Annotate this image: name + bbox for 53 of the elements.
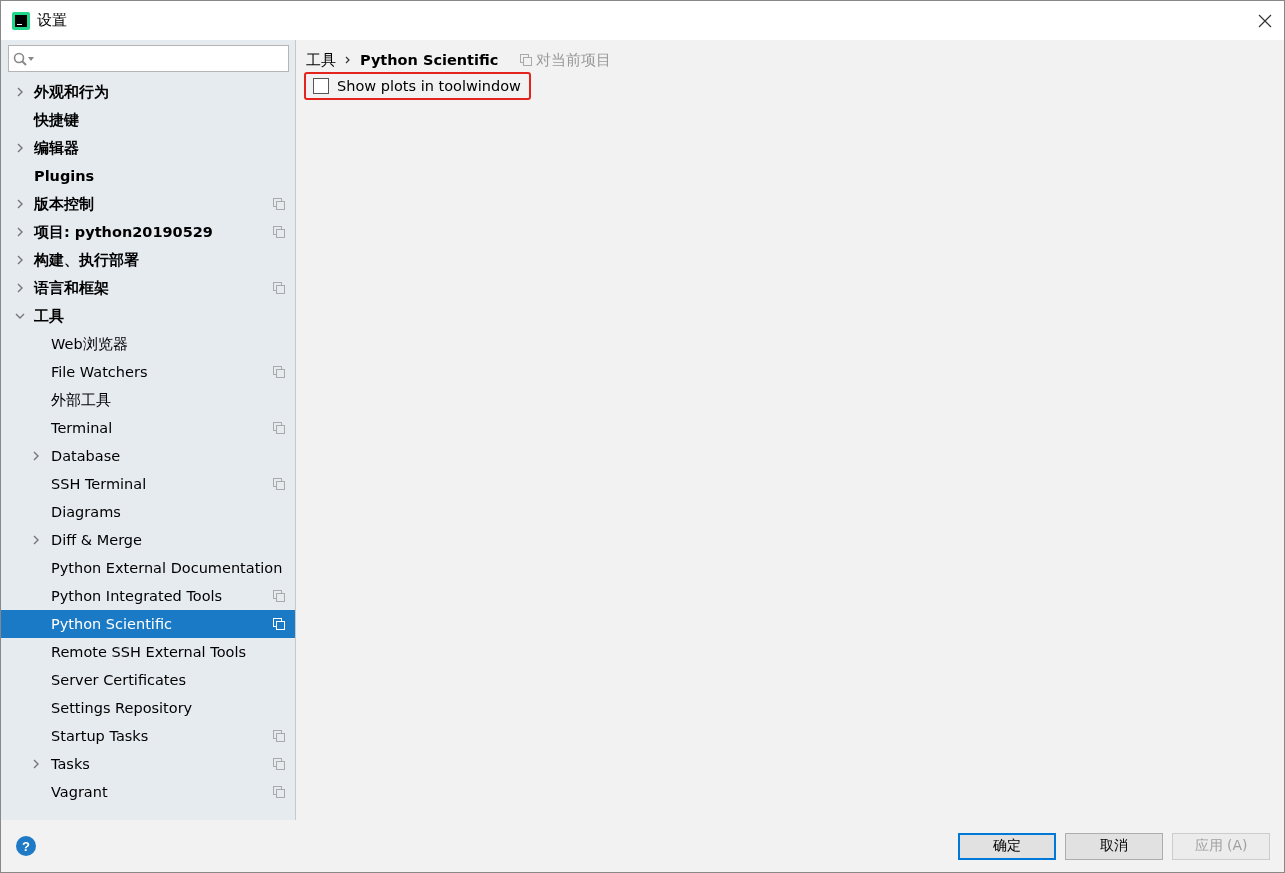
tree-item[interactable]: Python Scientific	[1, 610, 295, 638]
tree-item[interactable]: 构建、执行部署	[1, 246, 295, 274]
tree-item[interactable]: 编辑器	[1, 134, 295, 162]
chevron-down-icon[interactable]	[14, 311, 25, 321]
project-scope-icon	[273, 198, 285, 210]
tree-item[interactable]: 外观和行为	[1, 78, 295, 106]
tree-item[interactable]: SSH Terminal	[1, 470, 295, 498]
tree-item[interactable]: Diagrams	[1, 498, 295, 526]
window-title: 设置	[37, 11, 68, 30]
project-scope-icon	[273, 282, 285, 294]
project-scope-icon	[273, 618, 285, 630]
project-scope-icon	[273, 366, 285, 378]
tree-item[interactable]: Web浏览器	[1, 330, 295, 358]
project-scope-icon	[273, 730, 285, 742]
tree-item[interactable]: File Watchers	[1, 358, 295, 386]
search-field[interactable]	[8, 45, 289, 72]
help-icon[interactable]: ?	[16, 836, 36, 856]
project-scope-icon	[273, 226, 285, 238]
close-icon[interactable]	[1258, 13, 1272, 28]
tree-item[interactable]: Vagrant	[1, 778, 295, 806]
tree-item[interactable]: Startup Tasks	[1, 722, 295, 750]
tree-item[interactable]: 版本控制	[1, 190, 295, 218]
breadcrumb-parent[interactable]: 工具	[306, 50, 336, 70]
tree-item[interactable]: Diff & Merge	[1, 526, 295, 554]
project-scope-icon	[273, 422, 285, 434]
project-scope-icon	[273, 786, 285, 798]
chevron-right-icon	[344, 55, 352, 65]
search-icon[interactable]	[13, 51, 35, 66]
tree-item[interactable]: 语言和框架	[1, 274, 295, 302]
project-scope-icon	[273, 758, 285, 770]
tree-item[interactable]: Database	[1, 442, 295, 470]
tree-item[interactable]: Remote SSH External Tools	[1, 638, 295, 666]
breadcrumb-current: Python Scientific	[360, 52, 499, 68]
checkbox-option[interactable]: Show plots in toolwindow	[313, 78, 521, 94]
tree-item[interactable]: 工具	[1, 302, 295, 330]
app-logo-icon	[12, 11, 30, 30]
tree-item[interactable]: Tasks	[1, 750, 295, 778]
dialog-button[interactable]: 确定	[958, 832, 1056, 860]
dialog-button[interactable]: 取消	[1065, 832, 1163, 860]
tree-item[interactable]: 项目: python20190529	[1, 218, 295, 246]
checkbox[interactable]	[313, 78, 329, 94]
scope-note: 对当前项目	[536, 50, 612, 70]
tree-item[interactable]: Terminal	[1, 414, 295, 442]
project-scope-icon	[273, 590, 285, 602]
tree-item[interactable]: Settings Repository	[1, 694, 295, 722]
tree-item[interactable]: 快捷键	[1, 106, 295, 134]
tree-item[interactable]: 外部工具	[1, 386, 295, 414]
tree-item[interactable]: Python External Documentation	[1, 554, 295, 582]
project-scope-icon	[520, 54, 533, 66]
tree-item[interactable]: Server Certificates	[1, 666, 295, 694]
tree-item[interactable]: Plugins	[1, 162, 295, 190]
project-scope-icon	[273, 478, 285, 490]
tree-item[interactable]: Python Integrated Tools	[1, 582, 295, 610]
